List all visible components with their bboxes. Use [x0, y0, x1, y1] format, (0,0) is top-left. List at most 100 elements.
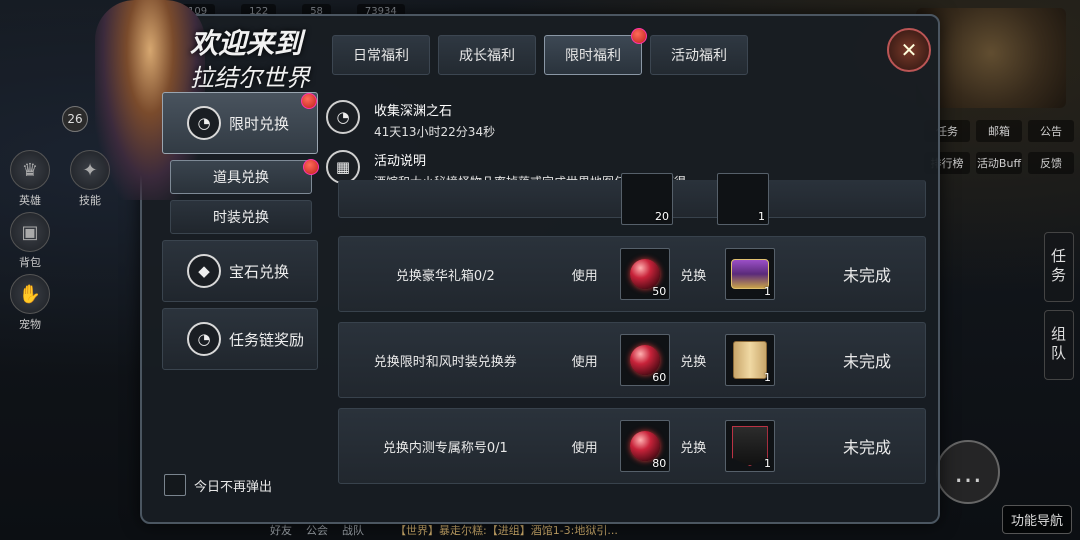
cost-item-slot[interactable]: 80 [619, 420, 671, 472]
notification-dot [631, 28, 647, 44]
use-label: 使用 [571, 440, 598, 456]
exchange-list: 20 1 兑换豪华礼箱0/2 使用 50 兑换 1 未完成 兑换限时和风时装兑换… [338, 172, 926, 494]
right-hud-row: 排行榜 活动Buff 反馈 [924, 152, 1074, 174]
use-label: 使用 [571, 354, 598, 370]
cost-count: 20 [655, 209, 669, 223]
tab-team[interactable]: 组队 [1044, 310, 1074, 380]
tab-label: 活动福利 [671, 48, 727, 64]
tab-growth[interactable]: 成长福利 [438, 35, 536, 75]
function-nav-button[interactable]: 功能导航 [1001, 505, 1072, 534]
event-title: 收集深渊之石 [374, 104, 453, 119]
checkbox-label: 今日不再弹出 [194, 479, 273, 495]
event-title-row: ◔ 收集深渊之石 41天13小时22分34秒 [326, 100, 926, 140]
cost-count: 50 [652, 285, 667, 298]
reward-item-slot: 1 [717, 172, 769, 225]
reward-count: 1 [764, 457, 772, 470]
team-link[interactable]: 战队 [342, 522, 364, 538]
tab-label: 限时福利 [565, 48, 621, 64]
guild-link[interactable]: 公会 [306, 522, 328, 538]
notice-button[interactable]: 公告 [1028, 120, 1074, 142]
right-hud: 任务 邮箱 公告 排行榜 活动Buff 反馈 任务 组队 … 功能导航 [916, 0, 1080, 540]
list-item: 20 1 [338, 172, 926, 225]
use-label: 使用 [571, 268, 598, 284]
gem-icon: ◆ [187, 254, 221, 288]
cost-item-slot: 20 [621, 172, 673, 225]
reward-count: 1 [764, 285, 772, 298]
reward-item-slot[interactable]: 1 [724, 248, 776, 300]
gauge-icon: ◔ [187, 322, 221, 356]
trade-label: 兑换 [680, 440, 707, 456]
status-label: 未完成 [843, 352, 892, 371]
tab-bar: 日常福利 成长福利 限时福利 活动福利 [332, 28, 748, 75]
event-buff-button[interactable]: 活动Buff [976, 152, 1022, 174]
tab-daily[interactable]: 日常福利 [332, 35, 430, 75]
submenu-item-exchange[interactable]: 道具兑换 [170, 159, 319, 194]
submenu-label: 道具兑换 [213, 170, 269, 186]
submenu-label: 时装兑换 [213, 210, 269, 226]
gift-icon: ▦ [326, 150, 360, 184]
bag-button[interactable]: ▣ 背包 [6, 212, 54, 270]
notification-dot [303, 159, 319, 175]
hero-label: 英雄 [19, 194, 41, 207]
exchange-name: 兑换限时和风时装兑换券 [373, 354, 517, 370]
status-label: 未完成 [843, 438, 892, 457]
side-menu: ◔ 限时兑换 道具兑换 时装兑换 ◆ 宝石兑换 ◔ 任务链奖励 [162, 92, 319, 376]
cost-item-slot[interactable]: 50 [619, 248, 671, 300]
close-icon[interactable]: ✕ [887, 28, 931, 72]
pet-label: 宠物 [19, 318, 41, 331]
menu-label: 任务链奖励 [229, 330, 305, 349]
list-item: 兑换豪华礼箱0/2 使用 50 兑换 1 未完成 [338, 236, 926, 312]
reward-item-slot[interactable]: 1 [724, 334, 776, 386]
dont-show-today-checkbox[interactable]: 今日不再弹出 [164, 474, 272, 496]
trade-label: 兑换 [680, 354, 707, 370]
chat-icon[interactable]: … [936, 440, 1000, 504]
menu-label: 限时兑换 [229, 114, 290, 133]
skill-label: 技能 [79, 194, 101, 207]
bottom-links: 好友 公会 战队 [270, 522, 364, 538]
menu-limited-exchange[interactable]: ◔ 限时兑换 [162, 92, 318, 154]
status-label: 未完成 [843, 266, 892, 285]
reward-item-slot[interactable]: 1 [724, 420, 776, 472]
feedback-button[interactable]: 反馈 [1028, 152, 1074, 174]
event-desc-title: 活动说明 [374, 154, 427, 169]
tab-event[interactable]: 活动福利 [650, 35, 748, 75]
right-hud-row: 任务 邮箱 公告 [924, 120, 1074, 142]
scroll-icon [732, 341, 767, 379]
gauge-icon: ◔ [187, 106, 221, 140]
tab-limited[interactable]: 限时福利 [544, 28, 647, 75]
pet-button[interactable]: ✋ 宠物 [6, 274, 54, 332]
submenu-costume-exchange[interactable]: 时装兑换 [170, 200, 312, 234]
notification-dot [301, 93, 317, 109]
reward-count: 1 [758, 209, 765, 223]
tab-label: 成长福利 [459, 48, 515, 64]
hero-icon: ♛ [10, 150, 50, 190]
list-item: 兑换内测专属称号0/1 使用 80 兑换 1 未完成 [338, 408, 926, 484]
welcome-title: 欢迎来到 拉结尔世界 [190, 22, 310, 93]
player-level: 26 [62, 106, 88, 132]
hero-button[interactable]: ♛ 英雄 [6, 150, 54, 208]
reward-count: 1 [764, 371, 772, 384]
banner-icon [731, 426, 768, 466]
trade-label: 兑换 [680, 268, 707, 284]
menu-gem-exchange[interactable]: ◆ 宝石兑换 [162, 240, 318, 302]
cost-count: 80 [652, 457, 667, 470]
friends-link[interactable]: 好友 [270, 522, 292, 538]
mail-button[interactable]: 邮箱 [976, 120, 1022, 142]
gauge-icon: ◔ [326, 100, 360, 134]
tab-quest[interactable]: 任务 [1044, 232, 1074, 302]
pet-icon: ✋ [10, 274, 50, 314]
checkbox-box[interactable] [164, 474, 186, 496]
tab-label: 日常福利 [353, 48, 409, 64]
welcome-line1: 欢迎来到 [190, 27, 303, 60]
menu-label: 宝石兑换 [229, 262, 290, 281]
welcome-line2: 拉结尔世界 [190, 64, 310, 92]
cost-item-slot[interactable]: 60 [619, 334, 671, 386]
list-item: 兑换限时和风时装兑换券 使用 60 兑换 1 未完成 [338, 322, 926, 398]
menu-quest-chain-reward[interactable]: ◔ 任务链奖励 [162, 308, 318, 370]
event-timer: 41天13小时22分34秒 [374, 125, 496, 139]
bag-icon: ▣ [10, 212, 50, 252]
exchange-name: 兑换豪华礼箱0/2 [395, 268, 495, 284]
bag-label: 背包 [19, 256, 41, 269]
world-chat-line[interactable]: 【世界】暴走尔糕:【进组】酒馆1-3:地狱引... [395, 522, 618, 538]
exchange-name: 兑换内测专属称号0/1 [382, 440, 508, 456]
